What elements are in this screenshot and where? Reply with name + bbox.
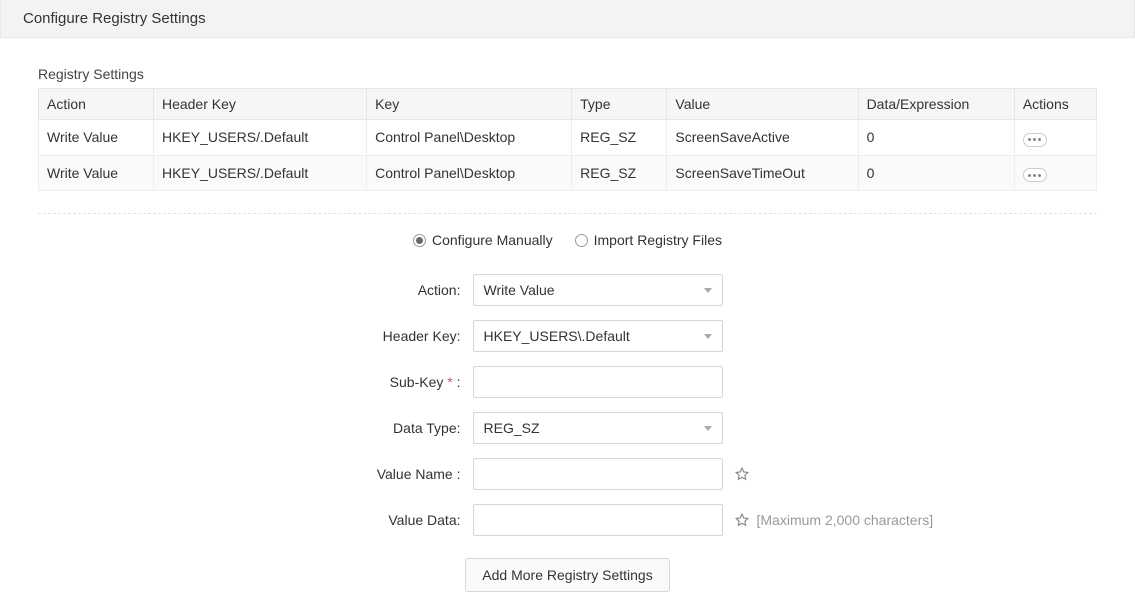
registry-table: Action Header Key Key Type Value Data/Ex… xyxy=(38,88,1097,191)
value-name-input[interactable] xyxy=(473,458,723,490)
cell-value: ScreenSaveTimeOut xyxy=(667,155,858,191)
col-actions: Actions xyxy=(1014,89,1096,120)
content: Registry Settings Action Header Key Key … xyxy=(0,38,1135,616)
cell-value: ScreenSaveActive xyxy=(667,120,858,156)
registry-form: Action: Write Value Header Key: HKEY_USE… xyxy=(38,274,1097,536)
label-value-name: Value Name : xyxy=(201,466,461,482)
radio-label: Configure Manually xyxy=(432,232,553,248)
row-actions-button[interactable] xyxy=(1023,133,1047,147)
action-select-value: Write Value xyxy=(484,282,555,298)
cell-actions xyxy=(1014,155,1096,191)
cell-header-key: HKEY_USERS/.Default xyxy=(153,155,366,191)
table-header-row: Action Header Key Key Type Value Data/Ex… xyxy=(39,89,1097,120)
star-icon[interactable] xyxy=(735,513,749,527)
panel-header: Configure Registry Settings xyxy=(0,0,1135,38)
row-actions-button[interactable] xyxy=(1023,168,1047,182)
header-key-select[interactable]: HKEY_USERS\.Default xyxy=(473,320,723,352)
cell-data: 0 xyxy=(858,120,1014,156)
label-header-key: Header Key: xyxy=(201,328,461,344)
chevron-down-icon xyxy=(704,426,712,431)
required-asterisk: * xyxy=(447,374,452,390)
cell-action: Write Value xyxy=(39,120,154,156)
cell-header-key: HKEY_USERS/.Default xyxy=(153,120,366,156)
col-data: Data/Expression xyxy=(858,89,1014,120)
divider xyxy=(38,213,1097,214)
data-type-select[interactable]: REG_SZ xyxy=(473,412,723,444)
cell-key: Control Panel\Desktop xyxy=(367,155,572,191)
table-row: Write Value HKEY_USERS/.Default Control … xyxy=(39,120,1097,156)
table-title: Registry Settings xyxy=(38,66,1097,82)
chevron-down-icon xyxy=(704,334,712,339)
label-value-data: Value Data: xyxy=(201,512,461,528)
label-data-type: Data Type: xyxy=(201,420,461,436)
cell-type: REG_SZ xyxy=(572,120,667,156)
radio-configure-manually[interactable]: Configure Manually xyxy=(413,232,553,248)
header-key-select-value: HKEY_USERS\.Default xyxy=(484,328,630,344)
mode-radio-group: Configure Manually Import Registry Files xyxy=(38,232,1097,248)
col-header-key: Header Key xyxy=(153,89,366,120)
cell-key: Control Panel\Desktop xyxy=(367,120,572,156)
sub-key-input[interactable] xyxy=(473,366,723,398)
action-select[interactable]: Write Value xyxy=(473,274,723,306)
radio-dot-icon xyxy=(575,234,588,247)
label-sub-key: Sub-Key * : xyxy=(201,374,461,390)
value-data-input[interactable] xyxy=(473,504,723,536)
col-action: Action xyxy=(39,89,154,120)
cell-actions xyxy=(1014,120,1096,156)
label-action: Action: xyxy=(201,282,461,298)
radio-dot-icon xyxy=(413,234,426,247)
data-type-select-value: REG_SZ xyxy=(484,420,540,436)
star-icon[interactable] xyxy=(735,467,749,481)
chevron-down-icon xyxy=(704,288,712,293)
add-more-registry-settings-button[interactable]: Add More Registry Settings xyxy=(465,558,669,592)
col-value: Value xyxy=(667,89,858,120)
cell-type: REG_SZ xyxy=(572,155,667,191)
value-data-hint: [Maximum 2,000 characters] xyxy=(757,512,934,528)
panel-title: Configure Registry Settings xyxy=(23,10,206,27)
radio-import-registry-files[interactable]: Import Registry Files xyxy=(575,232,722,248)
col-type: Type xyxy=(572,89,667,120)
radio-label: Import Registry Files xyxy=(594,232,722,248)
table-row: Write Value HKEY_USERS/.Default Control … xyxy=(39,155,1097,191)
col-key: Key xyxy=(367,89,572,120)
cell-action: Write Value xyxy=(39,155,154,191)
cell-data: 0 xyxy=(858,155,1014,191)
